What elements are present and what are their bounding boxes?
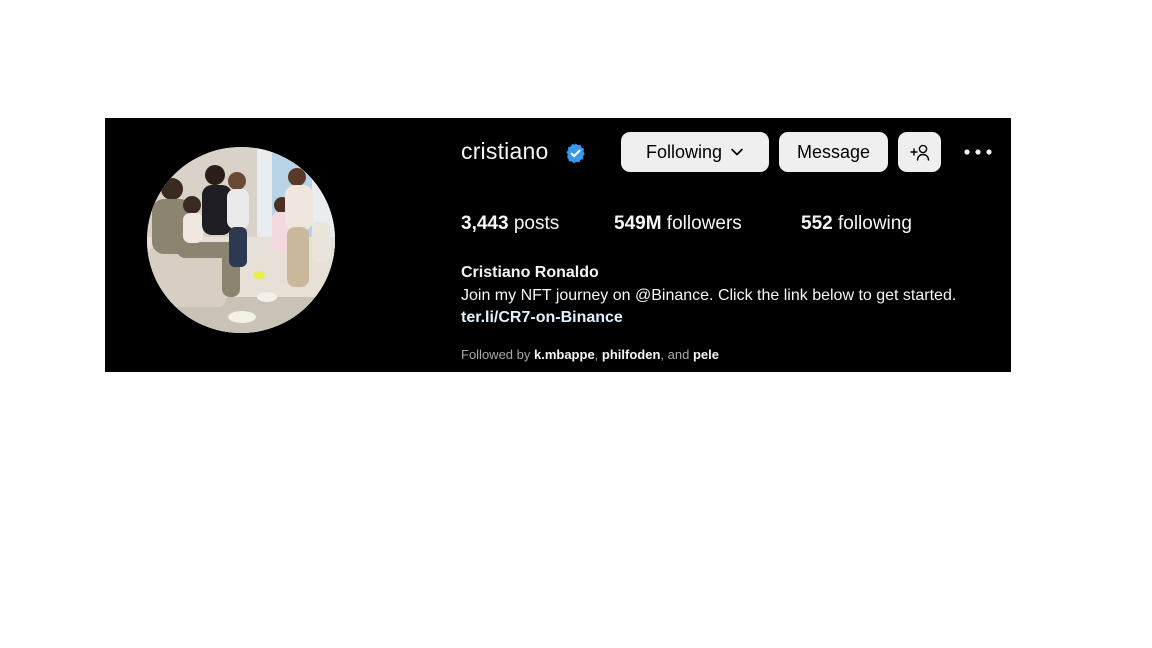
message-button-label: Message (796, 141, 871, 162)
following-count-label: following (832, 213, 912, 234)
followers-count-label: followers (661, 213, 742, 234)
add-user-icon (909, 144, 929, 161)
posts-count-label: posts (508, 213, 560, 234)
more-horizontal-icon (964, 149, 992, 155)
following-button-label: Following (645, 141, 723, 162)
followed-by-user[interactable]: k.mbappe (534, 347, 595, 362)
more-options-button[interactable] (960, 140, 996, 164)
bio-link[interactable]: ter.li/CR7-on-Binance (461, 309, 623, 327)
message-button[interactable]: Message (779, 132, 888, 172)
following-button[interactable]: Following (621, 132, 769, 172)
followed-by-user[interactable]: pele (693, 347, 719, 362)
posts-count: 3,443 posts (461, 213, 559, 235)
followed-by-separator: , and (660, 347, 693, 362)
followed-by-separator: , (594, 347, 602, 362)
avatar-photo (147, 147, 335, 333)
bio-text: Join my NFT journey on @Binance. Click t… (461, 287, 957, 304)
suggest-users-button[interactable] (898, 132, 941, 172)
followed-by[interactable]: Followed by k.mbappe, philfoden, and pel… (461, 347, 719, 362)
following-link[interactable]: 552 following (801, 213, 912, 235)
followed-by-user[interactable]: philfoden (602, 347, 661, 362)
full-name: Cristiano Ronaldo (461, 264, 599, 281)
posts-count-value: 3,443 (461, 213, 509, 234)
following-count-value: 552 (801, 213, 833, 234)
verified-badge-icon (566, 143, 585, 164)
avatar[interactable] (147, 147, 335, 333)
username: cristiano (461, 138, 549, 164)
chevron-down-icon (731, 148, 743, 156)
followers-count-value: 549M (614, 213, 662, 234)
profile-header: cristiano Following Message 3,443 posts … (105, 118, 1011, 372)
followed-by-prefix: Followed by (461, 347, 534, 362)
followers-link[interactable]: 549M followers (614, 213, 742, 235)
